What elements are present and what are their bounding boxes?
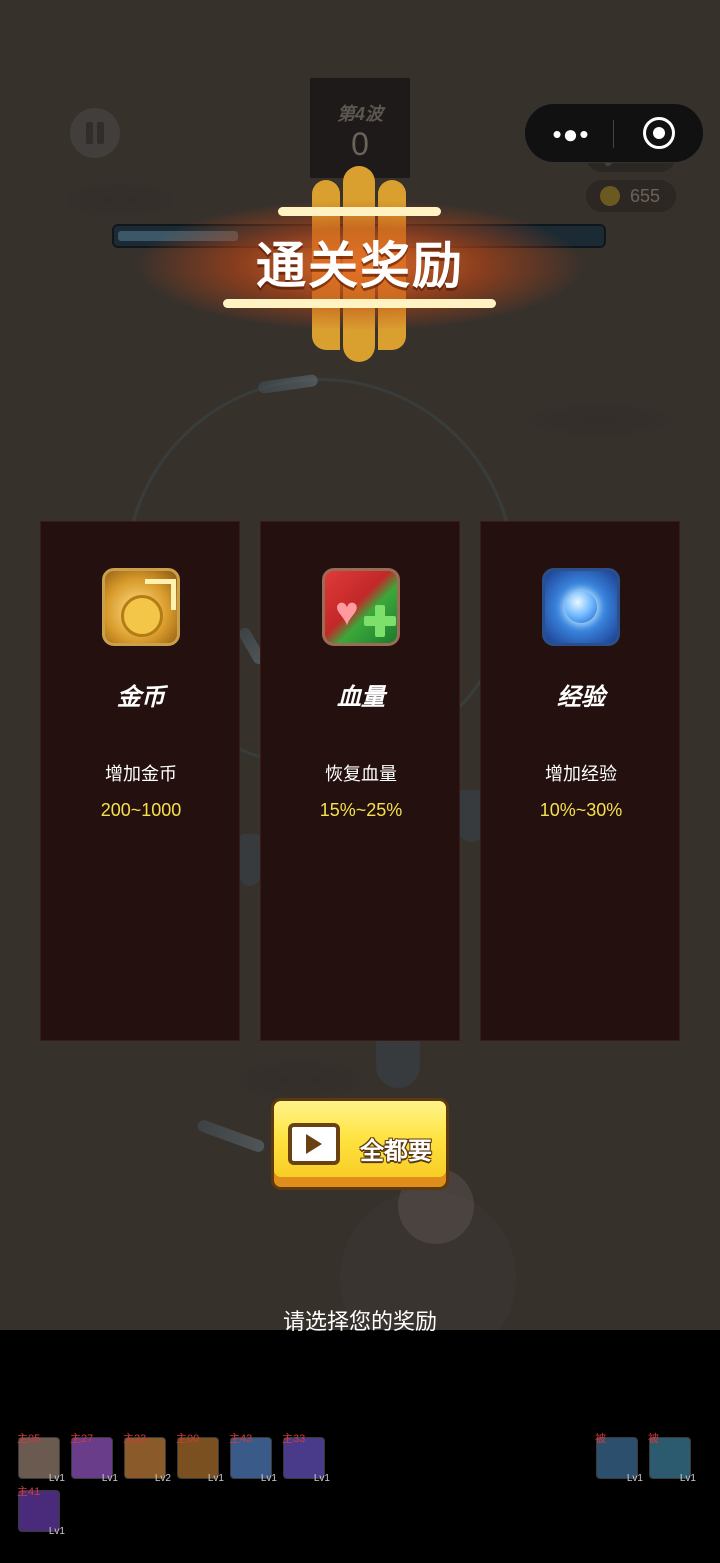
take-all-label: 全都要 [360, 1138, 432, 1165]
lightning-orb-icon [542, 568, 620, 646]
skill-cooldown: 主41 [17, 1486, 41, 1498]
miniprogram-capsule: •●• [524, 103, 704, 163]
skill-cooldown: 主27 [70, 1433, 94, 1445]
skill-level: Lv1 [101, 1473, 118, 1484]
wave-count: 0 [351, 126, 369, 162]
skill-cooldown: 主05 [17, 1433, 41, 1445]
card-name: 金币 [117, 684, 165, 711]
more-dots-icon[interactable]: •●• [551, 121, 591, 147]
choose-reward-prompt: 请选择您的奖励 [282, 1309, 437, 1334]
skill-cooldown: 主00 [176, 1433, 200, 1445]
passive-level: Lv1 [626, 1473, 643, 1484]
pause-button[interactable] [70, 108, 120, 158]
arrow-up-icon [145, 579, 176, 610]
reward-card-hp[interactable]: ♥ 血量 恢复血量 15%~25% [260, 521, 460, 1041]
passive-level: Lv1 [679, 1473, 696, 1484]
heart-plus-icon: ♥ [322, 568, 400, 646]
card-value: 200~1000 [100, 800, 182, 820]
skill-level: Lv2 [154, 1473, 171, 1484]
reward-card-gold[interactable]: 金币 增加金币 200~1000 [40, 521, 240, 1041]
title-line-top [278, 207, 441, 216]
skill-cooldown: 主23 [123, 1433, 147, 1445]
skill-slot[interactable]: 主43 Lv1 [229, 1433, 277, 1484]
passive-slot[interactable]: 被 Lv1 [648, 1433, 696, 1484]
card-name: 经验 [557, 684, 605, 711]
capsule-divider [613, 120, 614, 148]
card-value: 15%~25% [319, 800, 403, 820]
card-desc: 增加经验 [545, 764, 617, 784]
skill-slot[interactable]: 主05 Lv1 [17, 1433, 65, 1484]
orb-shape [565, 591, 597, 623]
reward-card-exp[interactable]: 经验 增加经验 10%~30% [480, 521, 680, 1041]
skill-level: Lv1 [48, 1526, 65, 1537]
skill-slot[interactable]: 主00 Lv1 [176, 1433, 224, 1484]
skill-level: Lv1 [207, 1473, 224, 1484]
card-desc: 恢复血量 [325, 764, 397, 784]
skill-level: Lv1 [260, 1473, 277, 1484]
passive-slot[interactable]: 被 Lv1 [595, 1433, 643, 1484]
title-banner: 通关奖励 [0, 160, 720, 370]
card-value: 10%~30% [539, 800, 623, 820]
skill-level: Lv1 [313, 1473, 330, 1484]
skill-slot[interactable]: 主27 Lv1 [70, 1433, 118, 1484]
skill-slot[interactable]: 主33 Lv1 [282, 1433, 330, 1484]
skill-cooldown: 主43 [229, 1433, 253, 1445]
passive-tag: 被 [595, 1433, 606, 1445]
card-desc: 增加金币 [105, 764, 177, 784]
target-close-icon[interactable] [643, 117, 675, 149]
wave-label: 第4波 [336, 104, 383, 124]
skill-level: Lv1 [48, 1473, 65, 1484]
skill-cooldown: 主33 [282, 1433, 306, 1445]
title-line-bottom [223, 299, 496, 308]
card-name: 血量 [337, 684, 385, 711]
take-all-button[interactable]: 全都要 [271, 1098, 449, 1190]
plus-horizontal [364, 616, 396, 626]
passive-tag: 被 [648, 1433, 659, 1445]
reward-title: 通关奖励 [256, 238, 464, 294]
gold-coin-icon [102, 568, 180, 646]
video-camera-icon [288, 1123, 340, 1165]
skill-slot[interactable]: 主41 Lv1 [17, 1486, 65, 1537]
skill-slot[interactable]: 主23 Lv2 [123, 1433, 171, 1484]
